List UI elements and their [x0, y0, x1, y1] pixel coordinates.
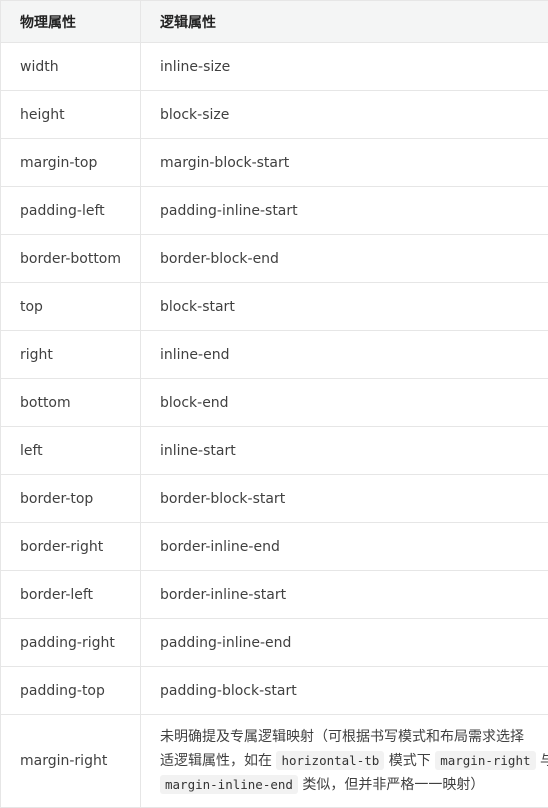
logical-cell: border-block-end	[141, 235, 548, 283]
table-row: padding-right padding-inline-end	[1, 619, 548, 667]
header-physical: 物理属性	[1, 1, 141, 43]
physical-cell: padding-top	[1, 667, 141, 715]
table-row: padding-top padding-block-start	[1, 667, 548, 715]
logical-cell: border-inline-end	[141, 523, 548, 571]
inline-code: horizontal-tb	[276, 751, 384, 770]
table-row-note: margin-right 未明确提及专属逻辑映射（可根据书写模式和布局需求选择 …	[1, 715, 548, 808]
logical-cell: padding-inline-end	[141, 619, 548, 667]
header-logical: 逻辑属性	[141, 1, 548, 43]
logical-cell: inline-size	[141, 43, 548, 91]
physical-cell: bottom	[1, 379, 141, 427]
table-row: padding-left padding-inline-start	[1, 187, 548, 235]
physical-cell: width	[1, 43, 141, 91]
table-row: bottom block-end	[1, 379, 548, 427]
logical-cell: inline-end	[141, 331, 548, 379]
table-row: border-top border-block-start	[1, 475, 548, 523]
table-row: border-right border-inline-end	[1, 523, 548, 571]
note-line-3: margin-inline-end 类似，但并非严格一一映射）	[160, 773, 548, 797]
physical-cell: border-left	[1, 571, 141, 619]
physical-cell: margin-top	[1, 139, 141, 187]
physical-cell: top	[1, 283, 141, 331]
logical-cell: block-size	[141, 91, 548, 139]
physical-cell: border-right	[1, 523, 141, 571]
table-row: border-left border-inline-start	[1, 571, 548, 619]
note-text: 适逻辑属性，如在	[160, 753, 272, 769]
table-row: right inline-end	[1, 331, 548, 379]
physical-cell: padding-right	[1, 619, 141, 667]
table-row: margin-top margin-block-start	[1, 139, 548, 187]
note-text: 模式下	[389, 753, 431, 769]
physical-cell: right	[1, 331, 141, 379]
physical-cell: border-top	[1, 475, 141, 523]
note-line-2: 适逻辑属性，如在 horizontal-tb 模式下 margin-right …	[160, 749, 548, 773]
note-text: 类似，但并非严格一一映射）	[302, 777, 484, 793]
logical-cell: block-start	[141, 283, 548, 331]
property-mapping-table: 物理属性 逻辑属性 width inline-size height block…	[0, 0, 548, 808]
table-body: width inline-size height block-size marg…	[1, 43, 548, 808]
note-line-1: 未明确提及专属逻辑映射（可根据书写模式和布局需求选择	[160, 725, 548, 749]
table-row: width inline-size	[1, 43, 548, 91]
table-row: height block-size	[1, 91, 548, 139]
logical-cell: border-block-start	[141, 475, 548, 523]
logical-cell: border-inline-start	[141, 571, 548, 619]
logical-cell: padding-inline-start	[141, 187, 548, 235]
note-text: 与	[540, 753, 548, 769]
inline-code: margin-inline-end	[160, 775, 298, 794]
logical-cell: block-end	[141, 379, 548, 427]
logical-cell: inline-start	[141, 427, 548, 475]
logical-cell: margin-block-start	[141, 139, 548, 187]
physical-cell: margin-right	[1, 715, 141, 808]
logical-note-cell: 未明确提及专属逻辑映射（可根据书写模式和布局需求选择 适逻辑属性，如在 hori…	[141, 715, 548, 808]
table-row: top block-start	[1, 283, 548, 331]
physical-cell: height	[1, 91, 141, 139]
physical-cell: padding-left	[1, 187, 141, 235]
physical-cell: left	[1, 427, 141, 475]
inline-code: margin-right	[435, 751, 535, 770]
physical-cell: border-bottom	[1, 235, 141, 283]
table-header-row: 物理属性 逻辑属性	[1, 1, 548, 43]
logical-cell: padding-block-start	[141, 667, 548, 715]
table-row: border-bottom border-block-end	[1, 235, 548, 283]
table-row: left inline-start	[1, 427, 548, 475]
